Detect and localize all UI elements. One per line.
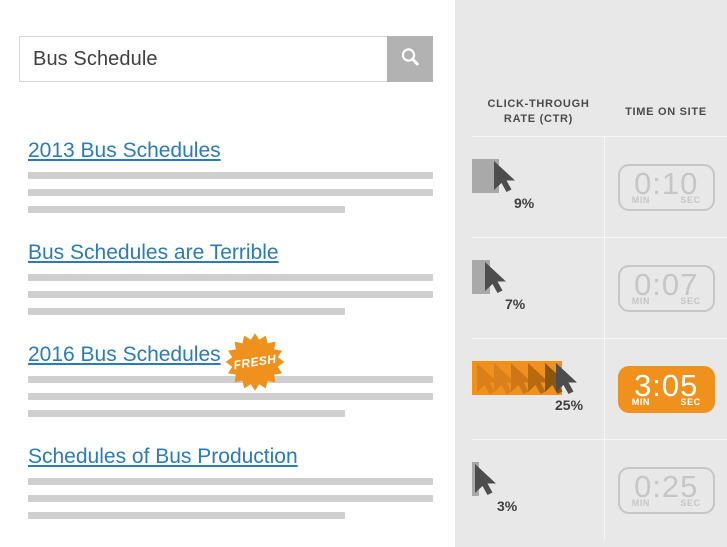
timer-display: 0:10 MIN SEC [617, 163, 715, 211]
ctr-value-label: 25% [555, 397, 584, 413]
ctr-cell: 25% [472, 339, 606, 439]
result-title-link[interactable]: 2016 Bus Schedules [28, 342, 221, 368]
result-title-link[interactable]: Bus Schedules are Terrible [28, 240, 279, 266]
snippet-line [28, 291, 433, 298]
search-button[interactable] [387, 36, 433, 82]
timer-display: 0:25 MIN SEC [617, 466, 715, 514]
fresh-badge: FRESH [225, 332, 285, 392]
result-snippet [28, 172, 438, 213]
time-on-site-cell: 0:25 MIN SEC [605, 440, 727, 540]
snippet-line [28, 478, 433, 485]
starburst-icon [225, 333, 285, 391]
timer-display: 0:07 MIN SEC [617, 264, 715, 312]
snippet-line [28, 206, 345, 213]
ctr-cell: 9% [472, 137, 606, 237]
table-row: 3% 0:25 MIN SEC [472, 439, 727, 540]
time-on-site-cell: 3:05 MIN SEC [605, 339, 727, 439]
ctr-value-label: 7% [505, 296, 526, 312]
ctr-bar [472, 260, 512, 294]
timer-units: MIN SEC [626, 195, 707, 205]
time-on-site-cell: 0:07 MIN SEC [605, 238, 727, 338]
snippet-line [28, 189, 433, 196]
result-snippet [28, 274, 438, 315]
ctr-bar [472, 361, 580, 395]
result-title-link[interactable]: Schedules of Bus Production [28, 444, 298, 470]
timer-unit-min: MIN [631, 194, 651, 205]
metrics-header-row: CLICK-THROUGH RATE (CTR) TIME ON SITE [472, 88, 727, 136]
column-header-ctr: CLICK-THROUGH RATE (CTR) [472, 88, 605, 136]
ctr-value-label: 3% [497, 498, 518, 514]
cursor-bar-icon [472, 462, 496, 496]
results-list: 2013 Bus Schedules Bus Schedules are Ter… [28, 138, 438, 546]
timer-unit-sec: SEC [680, 497, 701, 508]
result-snippet [28, 478, 438, 519]
timer-unit-sec: SEC [680, 194, 701, 205]
timer-display: 3:05 MIN SEC [617, 365, 715, 413]
table-row: 9% 0:10 MIN SEC [472, 136, 727, 237]
result-title-link[interactable]: 2013 Bus Schedules [28, 138, 221, 164]
timer-unit-min: MIN [631, 295, 651, 306]
snippet-line [28, 274, 433, 281]
ctr-bar [472, 462, 504, 496]
search-bar: Bus Schedule [19, 36, 433, 82]
timer-unit-sec: SEC [680, 295, 701, 306]
ctr-bar [472, 159, 518, 193]
column-header-time-on-site-label: TIME ON SITE [625, 105, 707, 118]
search-input[interactable]: Bus Schedule [19, 36, 387, 82]
time-on-site-cell: 0:10 MIN SEC [605, 137, 727, 237]
table-row: 7% 0:07 MIN SEC [472, 237, 727, 338]
column-header-ctr-line1: CLICK-THROUGH [487, 98, 590, 110]
snippet-line [28, 393, 433, 400]
timer-unit-min: MIN [631, 497, 651, 508]
search-results-panel: Bus Schedule 2013 Bus Schedules Bus Sche… [0, 0, 450, 547]
search-icon [398, 45, 422, 74]
search-input-value: Bus Schedule [33, 47, 158, 70]
snippet-line [28, 308, 345, 315]
ctr-cell: 7% [472, 238, 606, 338]
cursor-bar-icon [472, 361, 577, 395]
metrics-panel: CLICK-THROUGH RATE (CTR) TIME ON SITE 9% [455, 0, 727, 547]
column-header-time-on-site: TIME ON SITE [605, 88, 727, 136]
result-item[interactable]: 2013 Bus Schedules [28, 138, 438, 213]
timer-unit-min: MIN [631, 396, 651, 407]
table-row-highlighted: 25% 3:05 MIN SEC [472, 338, 727, 439]
result-item[interactable]: 2016 Bus Schedules FRESH [28, 333, 438, 417]
cursor-bar-icon [472, 260, 506, 294]
timer-units: MIN SEC [626, 296, 707, 306]
metrics-rows: 9% 0:10 MIN SEC 7% 0:07 MIN SEC 25% 3:05… [472, 136, 727, 540]
column-header-ctr-line2: RATE (CTR) [503, 113, 574, 125]
snippet-line [28, 172, 433, 179]
cursor-bar-icon [472, 159, 515, 193]
timer-units: MIN SEC [626, 397, 707, 407]
ctr-value-label: 9% [514, 195, 535, 211]
timer-units: MIN SEC [626, 498, 707, 508]
timer-unit-sec: SEC [680, 396, 701, 407]
result-item[interactable]: Bus Schedules are Terrible [28, 240, 438, 315]
snippet-line [28, 410, 345, 417]
snippet-line [28, 495, 433, 502]
snippet-line [28, 512, 345, 519]
ctr-cell: 3% [472, 440, 606, 540]
result-item[interactable]: Schedules of Bus Production [28, 444, 438, 519]
